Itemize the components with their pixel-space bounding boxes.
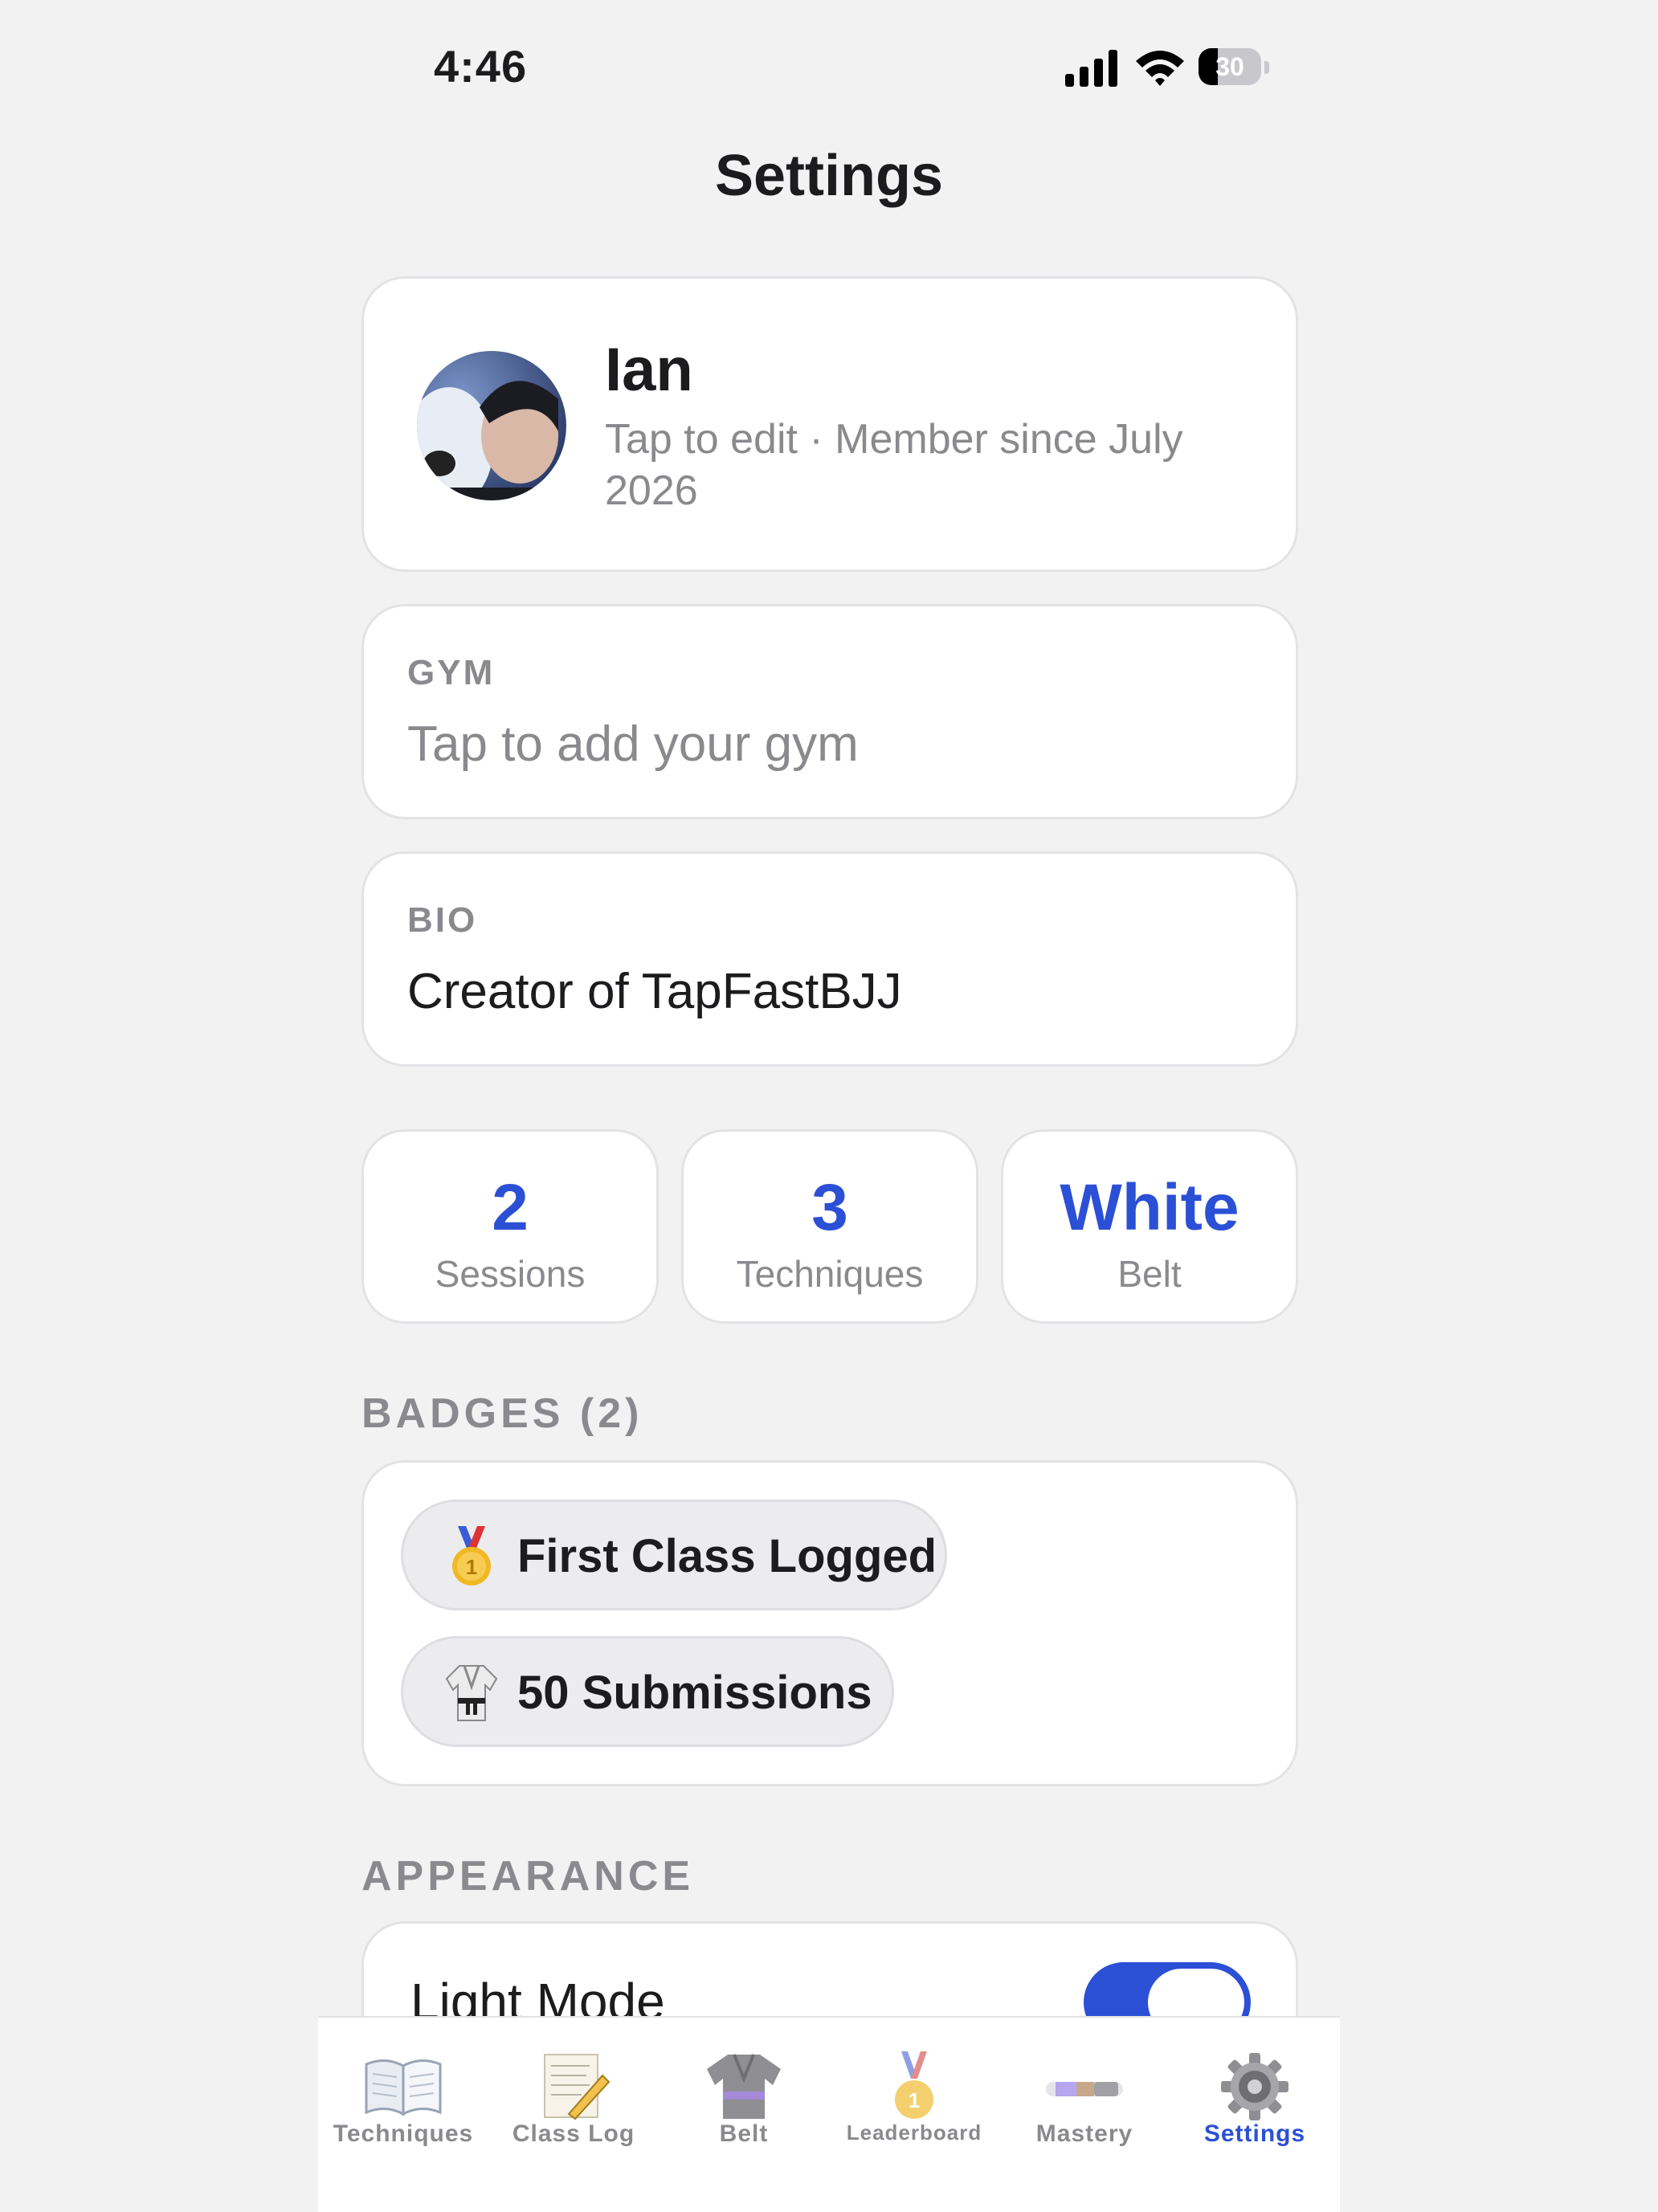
tab-label: Leaderboard xyxy=(846,2120,982,2145)
stat-belt: White Belt xyxy=(1001,1129,1298,1324)
tab-mastery[interactable]: Mastery xyxy=(999,2018,1170,2212)
tab-class-log[interactable]: Class Log xyxy=(488,2018,659,2212)
badges-header: BADGES (2) xyxy=(361,1390,643,1437)
bio-label: BIO xyxy=(407,900,478,940)
medal-icon: 1 xyxy=(452,1526,491,1586)
badge-50-submissions[interactable]: 50 Submissions xyxy=(401,1636,894,1747)
tab-label: Belt xyxy=(719,2120,769,2147)
medal-icon: 1 xyxy=(895,2051,933,2119)
tab-label: Class Log xyxy=(512,2120,635,2147)
stat-label: Belt xyxy=(1117,1253,1182,1295)
avatar[interactable] xyxy=(417,351,566,500)
profile-name: Ian xyxy=(605,336,693,404)
profile-card[interactable]: Ian Tap to edit · Member since July 2026 xyxy=(361,276,1298,572)
stat-techniques: 3 Techniques xyxy=(681,1129,978,1324)
notepad-icon xyxy=(544,2054,611,2120)
stat-value: 3 xyxy=(811,1171,848,1244)
tab-techniques[interactable]: Techniques xyxy=(318,2018,488,2212)
stat-label: Techniques xyxy=(736,1253,924,1295)
badge-label: 50 Submissions xyxy=(517,1667,872,1719)
book-icon xyxy=(365,2059,442,2116)
tab-label: Mastery xyxy=(1035,2120,1133,2147)
svg-text:1: 1 xyxy=(466,1555,477,1579)
status-time: 4:46 xyxy=(434,41,528,92)
badge-first-class[interactable]: 1 First Class Logged xyxy=(401,1500,947,1610)
stat-sessions: 2 Sessions xyxy=(361,1129,659,1324)
profile-subtitle: Tap to edit · Member since July 2026 xyxy=(605,416,1183,514)
progress-bar-icon xyxy=(1046,2082,1123,2096)
wifi-icon xyxy=(1136,51,1184,86)
battery-level: 30 xyxy=(1215,52,1244,81)
page-title: Settings xyxy=(714,144,944,208)
bio-field[interactable]: BIO Creator of TapFastBJJ xyxy=(361,851,1298,1067)
badge-label: First Class Logged xyxy=(517,1530,937,1582)
tab-label: Techniques xyxy=(333,2120,474,2147)
tab-leaderboard[interactable]: 1 Leaderboard xyxy=(829,2018,999,2212)
badges-card: 1 First Class Logged 50 Submissions xyxy=(361,1460,1298,1786)
gi-icon xyxy=(445,1665,498,1721)
stat-value: White xyxy=(1060,1171,1239,1244)
tab-settings[interactable]: Settings xyxy=(1170,2018,1340,2212)
gi-icon xyxy=(707,2054,781,2119)
svg-text:1: 1 xyxy=(909,2088,920,2112)
battery-icon: 30 xyxy=(1199,48,1271,87)
gym-field[interactable]: GYM Tap to add your gym xyxy=(361,604,1298,819)
appearance-header: APPEARANCE xyxy=(361,1853,695,1900)
cellular-signal-icon xyxy=(1065,50,1117,87)
status-bar: 4:46 30 xyxy=(0,0,1658,137)
gym-label: GYM xyxy=(407,653,496,692)
gym-value: Tap to add your gym xyxy=(407,716,859,772)
bio-value: Creator of TapFastBJJ xyxy=(407,964,902,1019)
gear-icon xyxy=(1221,2053,1288,2120)
tab-label: Settings xyxy=(1203,2120,1306,2147)
stat-label: Sessions xyxy=(435,1253,586,1295)
tab-bar: Techniques Class Log Belt 1 Leaderboard xyxy=(318,2016,1340,2212)
stat-value: 2 xyxy=(492,1171,529,1244)
tab-belt[interactable]: Belt xyxy=(659,2018,829,2212)
